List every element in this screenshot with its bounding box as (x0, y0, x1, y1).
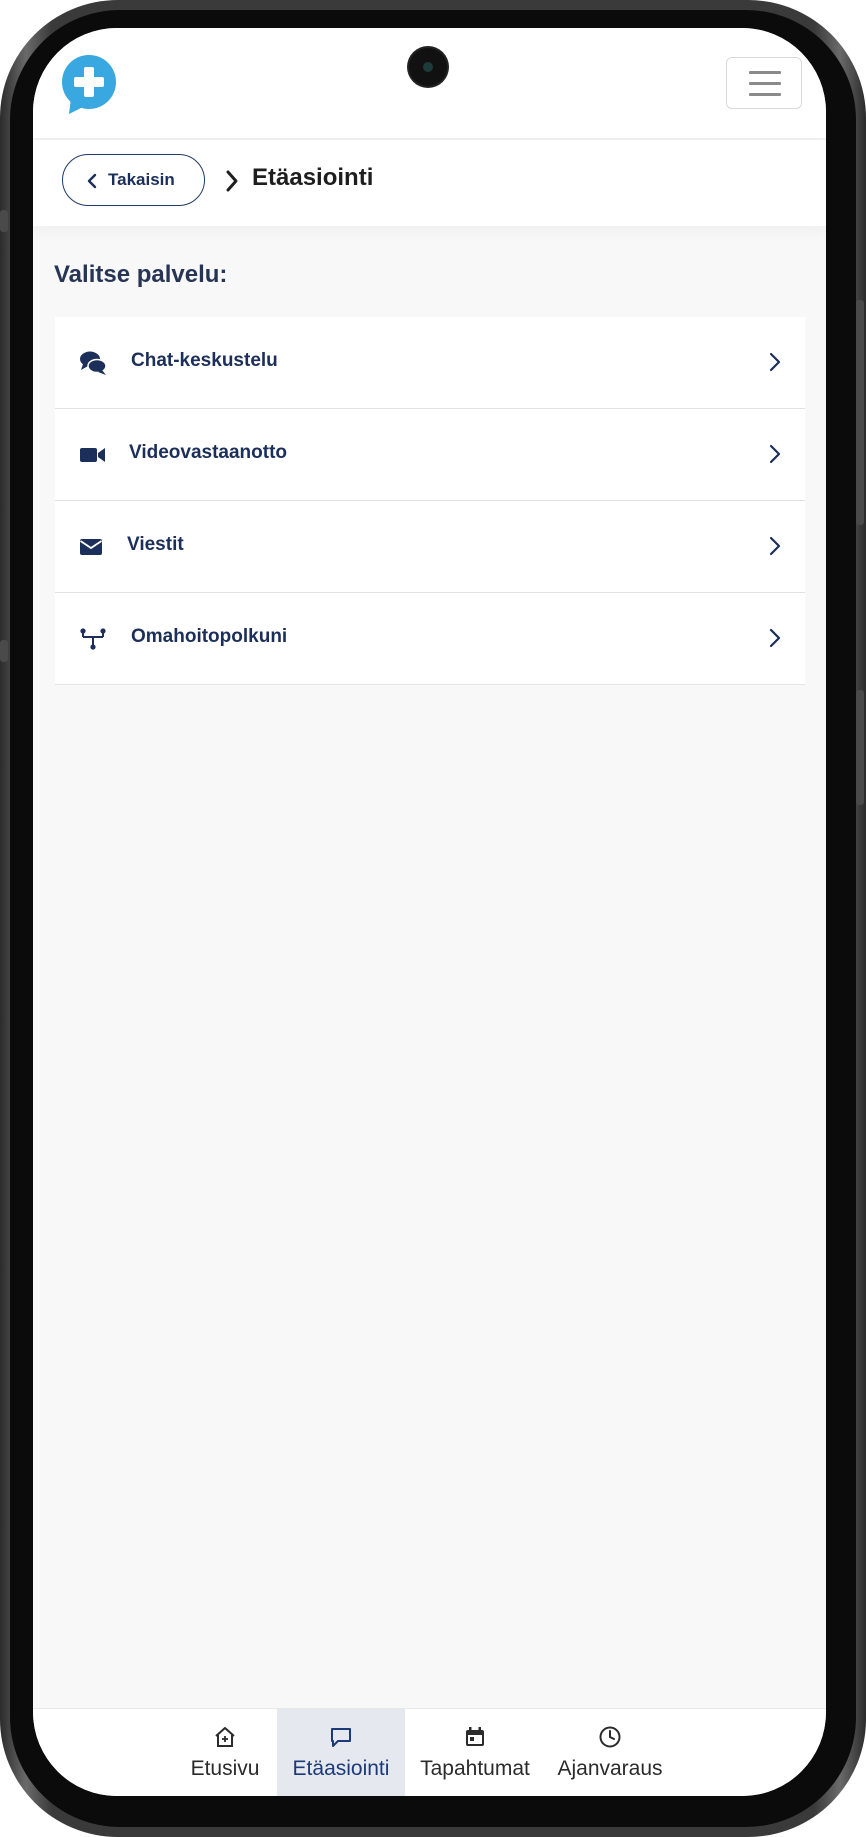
care-path-icon (80, 628, 106, 650)
side-marker (0, 210, 8, 232)
service-list: Chat-keskustelu Videovastaanotto Viestit (55, 317, 805, 685)
nav-label-home: Etusivu (190, 1757, 260, 1780)
home-icon (215, 1727, 235, 1747)
nav-item-booking[interactable]: Ajanvaraus (551, 1709, 669, 1796)
nav-label-events: Tapahtumat (420, 1757, 530, 1780)
back-button[interactable]: Takaisin (62, 154, 205, 206)
power-key (856, 690, 864, 805)
nav-item-home[interactable]: Etusivu (180, 1709, 270, 1796)
breadcrumb: Takaisin Etäasiointi (33, 140, 826, 226)
service-item-chat[interactable]: Chat-keskustelu (55, 317, 805, 409)
envelope-icon (80, 539, 102, 555)
chevron-right-icon (769, 444, 781, 464)
message-icon (331, 1728, 351, 1747)
side-marker (0, 640, 8, 662)
bottom-nav: Etusivu Etäasiointi Tapahtumat Ajanvarau… (33, 1708, 826, 1796)
calendar-icon (466, 1727, 484, 1746)
service-item-messages[interactable]: Viestit (55, 501, 805, 593)
app-screen: Takaisin Etäasiointi Valitse palvelu: Ch… (33, 28, 826, 1796)
page-title: Etäasiointi (252, 164, 374, 191)
clock-icon (599, 1726, 621, 1748)
service-label-messages: Viestit (127, 534, 184, 555)
chevron-right-icon (769, 628, 781, 648)
nav-label-remote: Etäasiointi (292, 1757, 390, 1780)
medical-cross-chat-icon[interactable] (61, 54, 117, 118)
app-header (33, 28, 826, 138)
nav-item-remote[interactable]: Etäasiointi (277, 1709, 405, 1796)
chevron-right-icon (769, 352, 781, 372)
service-item-video[interactable]: Videovastaanotto (55, 409, 805, 501)
service-item-care-path[interactable]: Omahoitopolkuni (55, 593, 805, 685)
chevron-right-icon (769, 536, 781, 556)
service-label-chat: Chat-keskustelu (131, 350, 278, 371)
nav-item-events[interactable]: Tapahtumat (414, 1709, 536, 1796)
chat-bubbles-icon (80, 351, 107, 375)
menu-button[interactable] (726, 57, 802, 109)
section-heading: Valitse palvelu: (54, 261, 228, 288)
hamburger-line (749, 93, 781, 96)
nav-label-booking: Ajanvaraus (557, 1757, 663, 1780)
service-label-video: Videovastaanotto (129, 442, 288, 463)
video-camera-icon (80, 448, 105, 462)
volume-key (856, 300, 864, 525)
back-button-label: Takaisin (108, 170, 175, 189)
chevron-right-icon (226, 170, 238, 192)
service-label-care-path: Omahoitopolkuni (131, 626, 288, 647)
chevron-left-icon (87, 173, 97, 189)
front-camera (409, 48, 447, 86)
hamburger-line (749, 82, 781, 85)
hamburger-icon (749, 71, 781, 74)
